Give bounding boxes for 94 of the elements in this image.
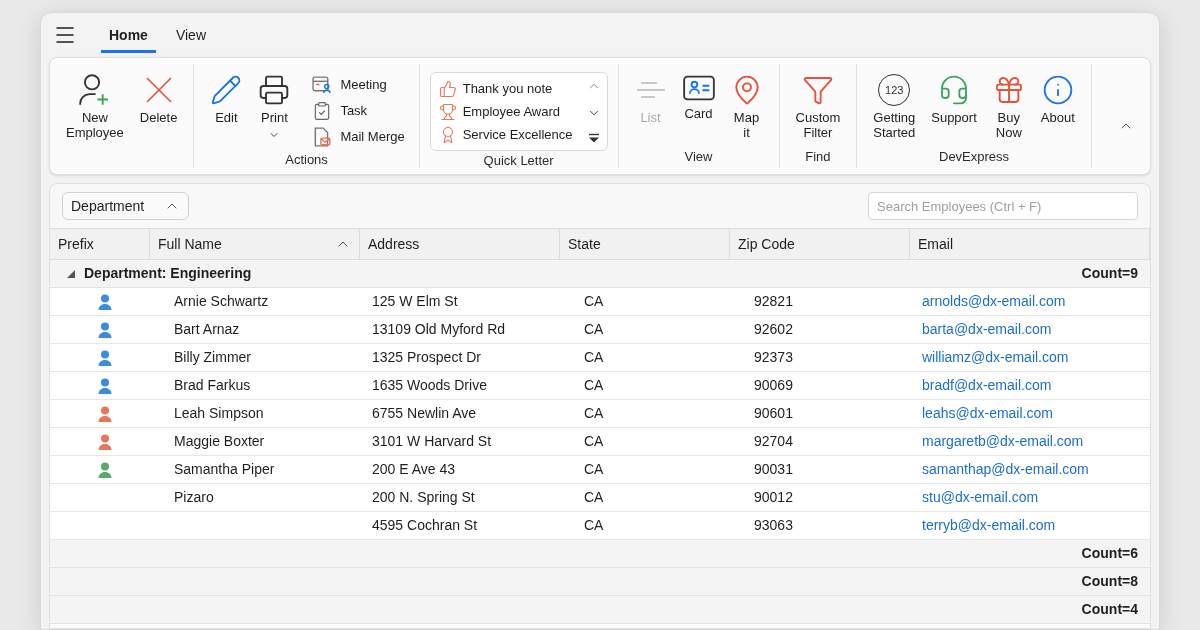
address-cell: 200 E Ave 43: [372, 461, 456, 477]
ribbon-group-label: DevExpress: [939, 147, 1010, 166]
name-cell: Brad Farkus: [174, 377, 251, 393]
email-link[interactable]: williamz@dx-email.com: [922, 349, 1069, 365]
meeting-button[interactable]: Meeting: [308, 72, 409, 98]
calendar-person-icon: [312, 75, 333, 95]
zip-code-cell: 90601: [754, 405, 793, 421]
gallery-item[interactable]: Service Excellence: [430, 123, 581, 146]
address-cell: 1635 Woods Drive: [372, 377, 487, 393]
ribbon-group-label: Quick Letter: [483, 152, 554, 170]
email-link[interactable]: samanthap@dx-email.com: [922, 461, 1089, 477]
column-header[interactable]: Zip Code: [730, 229, 910, 259]
address-cell: 125 W Elm St: [372, 293, 458, 309]
ribbon-tab[interactable]: View: [167, 25, 214, 53]
email-link[interactable]: margaretb@dx-email.com: [922, 433, 1084, 449]
email-link[interactable]: leahs@dx-email.com: [922, 405, 1053, 421]
map-button[interactable]: Map it: [724, 70, 769, 140]
state-cell: CA: [584, 517, 604, 533]
funnel-icon: [801, 74, 834, 106]
delete-button[interactable]: Delete: [133, 70, 184, 125]
column-header[interactable]: State: [560, 229, 730, 259]
card-view-button[interactable]: Card: [676, 70, 721, 121]
group-summary: Count=4: [1081, 600, 1138, 619]
ribbon-group-label: Find: [805, 147, 831, 166]
state-cell: CA: [584, 377, 604, 393]
task-button[interactable]: Task: [308, 98, 409, 124]
zip-code-cell: 92602: [754, 321, 793, 337]
gallery-item[interactable]: Thank you note: [430, 77, 581, 100]
zip-code-cell: 90012: [754, 489, 793, 505]
support-button[interactable]: Support: [925, 70, 983, 125]
zip-code-cell: 93063: [754, 517, 793, 533]
ribbon-group-label: View: [684, 147, 713, 166]
document-envelope-icon: [312, 127, 333, 147]
state-cell: CA: [584, 489, 604, 505]
add-person-icon: [78, 74, 111, 106]
address-cell: 200 N. Spring St: [372, 489, 475, 505]
print-button[interactable]: Print: [252, 70, 297, 141]
email-link[interactable]: arnolds@dx-email.com: [922, 293, 1066, 309]
headset-icon: [938, 74, 970, 106]
name-cell: Arnie Schwartz: [174, 293, 269, 309]
column-header[interactable]: Email: [910, 229, 1150, 259]
zip-code-cell: 90069: [754, 377, 793, 393]
group-summary: Count=8: [1081, 572, 1138, 591]
email-link[interactable]: terryb@dx-email.com: [922, 517, 1056, 533]
about-button[interactable]: About: [1034, 70, 1081, 125]
buy-now-button[interactable]: Buy Now: [986, 70, 1031, 140]
search-field[interactable]: Search Employees (Ctrl + F): [868, 192, 1138, 220]
mail-merge-button[interactable]: Mail Merge: [308, 124, 409, 150]
name-cell: Bart Arnaz: [174, 321, 240, 337]
ribbon-tab[interactable]: Home: [101, 25, 156, 53]
pencil-icon: [210, 74, 243, 106]
name-cell: Billy Zimmer: [174, 349, 251, 365]
email-link[interactable]: bradf@dx-email.com: [922, 377, 1052, 393]
email-link[interactable]: barta@dx-email.com: [922, 321, 1052, 337]
state-cell: CA: [584, 461, 604, 477]
info-icon: [1041, 74, 1074, 106]
expand-triangle-icon[interactable]: [66, 268, 76, 279]
thumbs-up-icon: [438, 79, 457, 98]
printer-icon: [258, 74, 291, 106]
getting-started-button[interactable]: 123 Getting Started: [867, 70, 922, 140]
email-link[interactable]: stu@dx-email.com: [922, 489, 1039, 505]
address-cell: 4595 Cochran St: [372, 517, 478, 533]
group-summary: Count=6: [1081, 544, 1138, 563]
zip-code-cell: 92821: [754, 293, 793, 309]
state-cell: CA: [584, 433, 604, 449]
new-employee-button[interactable]: New Employee: [60, 70, 130, 140]
state-cell: CA: [584, 321, 604, 337]
address-cell: 13109 Old Myford Rd: [372, 321, 506, 337]
column-header[interactable]: Prefix: [50, 229, 150, 259]
name-cell: Samantha Piper: [174, 461, 275, 477]
zip-code-cell: 92704: [754, 433, 793, 449]
ribbon-group-label: Actions: [285, 151, 328, 169]
custom-filter-button[interactable]: Custom Filter: [789, 70, 847, 140]
gallery-more-icon[interactable]: [587, 132, 600, 144]
contact-card-icon: [682, 74, 715, 102]
address-cell: 6755 Newlin Ave: [372, 405, 477, 421]
column-header[interactable]: Address: [360, 229, 560, 259]
trophy-icon: [438, 102, 457, 121]
group-summary: Count=9: [1081, 264, 1138, 283]
zip-code-cell: 92373: [754, 349, 793, 365]
zip-code-cell: 90031: [754, 461, 793, 477]
group-by-chip[interactable]: Department: [62, 192, 190, 220]
name-cell: Pizaro: [174, 489, 214, 505]
group-title: Department: Engineering: [84, 264, 252, 283]
state-cell: CA: [584, 349, 604, 365]
name-cell: Leah Simpson: [174, 405, 264, 421]
edit-button[interactable]: Edit: [204, 70, 249, 125]
address-cell: 1325 Prospect Dr: [372, 349, 481, 365]
name-cell: Maggie Boxter: [174, 433, 265, 449]
column-header[interactable]: Full Name: [150, 229, 360, 259]
state-cell: CA: [584, 293, 604, 309]
state-cell: CA: [584, 405, 604, 421]
address-cell: 3101 W Harvard St: [372, 433, 492, 449]
gallery-item[interactable]: Employee Award: [430, 100, 581, 123]
